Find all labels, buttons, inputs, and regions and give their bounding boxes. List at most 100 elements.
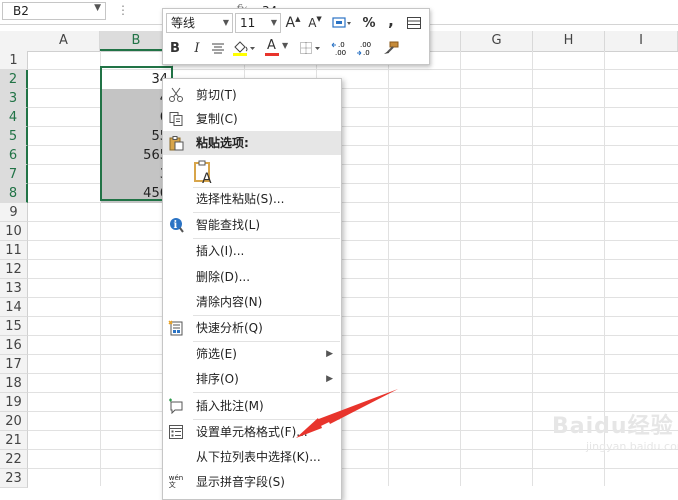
paste-keep-text-icon: A: [194, 160, 212, 187]
row-header[interactable]: 4: [0, 108, 28, 127]
shrink-font-button[interactable]: A ▼: [307, 13, 323, 33]
chevron-down-icon[interactable]: ▼: [94, 3, 101, 13]
menu-item-label: 剪切(T): [196, 88, 237, 102]
svg-text:.00: .00: [360, 41, 371, 49]
menu-item-copy[interactable]: 复制(C): [163, 107, 341, 131]
font-color-label: A: [267, 38, 276, 53]
row-header[interactable]: 12: [0, 260, 28, 279]
row-header[interactable]: 19: [0, 393, 28, 412]
menu-item-label: 显示拼音字段(S): [196, 475, 285, 489]
menu-item-insert-comment[interactable]: 插入批注(M): [163, 394, 341, 418]
row-header[interactable]: 5: [0, 127, 28, 146]
comma-style-button[interactable]: ,: [385, 11, 397, 31]
watermark: Baidu经验: [552, 414, 674, 439]
format-painter-button[interactable]: [381, 38, 401, 58]
chevron-down-icon[interactable]: ▼: [223, 14, 229, 32]
menu-item-pick-from-list[interactable]: 从下拉列表中选择(K)...: [163, 445, 341, 469]
number-format-button[interactable]: [329, 13, 355, 33]
menu-item-clear-contents[interactable]: 清除内容(N): [163, 290, 341, 314]
row-header[interactable]: 7: [0, 165, 28, 184]
svg-text:.0: .0: [363, 49, 370, 57]
increase-decimal-icon: .0.00: [331, 41, 346, 57]
svg-text:A: A: [202, 171, 212, 185]
row-header[interactable]: 23: [0, 469, 28, 488]
menu-item-delete[interactable]: 删除(D)...: [163, 265, 341, 289]
fill-bucket-icon: [233, 41, 255, 56]
row-header[interactable]: 18: [0, 374, 28, 393]
row-header[interactable]: 1: [0, 51, 28, 70]
name-box[interactable]: B2 ▼: [2, 2, 106, 20]
menu-item-sort[interactable]: 排序(O) ▶: [163, 367, 341, 391]
row-header[interactable]: 3: [0, 89, 28, 108]
column-header-h[interactable]: H: [533, 31, 605, 51]
row-header[interactable]: 13: [0, 279, 28, 298]
more-icon[interactable]: ⋮: [117, 3, 129, 17]
menu-item-quick-analysis[interactable]: 快速分析(Q): [163, 316, 341, 340]
row-header[interactable]: 21: [0, 431, 28, 450]
borders-button[interactable]: [299, 38, 323, 58]
menu-item-label: 快速分析(Q): [196, 321, 263, 335]
phonetic-icon: wén 文: [168, 474, 184, 489]
font-color-button[interactable]: A ▼: [263, 38, 289, 58]
chevron-down-icon[interactable]: ▼: [271, 14, 277, 32]
font-size-select[interactable]: 11 ▼: [235, 13, 281, 33]
menu-item-label: 粘贴选项:: [196, 136, 249, 150]
menu-item-smart-lookup[interactable]: i 智能查找(L): [163, 213, 341, 237]
svg-text:.00: .00: [335, 49, 346, 57]
fill-color-button[interactable]: [231, 38, 257, 58]
column-header-g[interactable]: G: [461, 31, 533, 51]
format-painter-table-button[interactable]: [405, 13, 423, 33]
font-color-swatch: [265, 53, 279, 56]
align-center-button[interactable]: [209, 38, 227, 58]
menu-item-paste-special[interactable]: 选择性粘贴(S)...: [163, 187, 341, 211]
chevron-right-icon: ▶: [326, 374, 333, 384]
menu-item-insert[interactable]: 插入(I)...: [163, 239, 341, 263]
context-menu: 剪切(T) 复制(C) 粘贴选项: A 选择性粘贴(S)... i 智能查找(L…: [162, 78, 342, 500]
menu-item-label: 清除内容(N): [196, 295, 263, 309]
name-box-value: B2: [13, 4, 29, 18]
scissors-icon: [168, 87, 184, 103]
row-header[interactable]: 17: [0, 355, 28, 374]
menu-item-label: 排序(O): [196, 372, 239, 386]
row-header[interactable]: 20: [0, 412, 28, 431]
decrease-decimal-button[interactable]: .00.0: [355, 38, 377, 58]
menu-item-label: 插入(I)...: [196, 244, 245, 258]
row-header[interactable]: 15: [0, 317, 28, 336]
increase-decimal-button[interactable]: .0.00: [331, 38, 353, 58]
menu-item-label: 智能查找(L): [196, 218, 261, 232]
menu-item-label: 设置单元格格式(F)...: [196, 425, 308, 439]
menu-item-label: 删除(D)...: [196, 270, 251, 284]
font-name-select[interactable]: 等线 ▼: [166, 13, 233, 33]
column-header-a[interactable]: A: [28, 31, 100, 51]
table-format-icon: [407, 17, 421, 29]
shrink-font-label: A: [308, 16, 317, 30]
copy-icon: [168, 111, 184, 127]
row-header[interactable]: 6: [0, 146, 28, 165]
grow-font-button[interactable]: A ▲: [285, 13, 301, 33]
paste-option-button[interactable]: A: [193, 159, 217, 187]
row-header[interactable]: 16: [0, 336, 28, 355]
row-header[interactable]: 14: [0, 298, 28, 317]
menu-item-label: 复制(C): [196, 112, 238, 126]
bold-button[interactable]: B: [167, 38, 183, 58]
menu-item-label: 选择性粘贴(S)...: [196, 192, 285, 206]
menu-item-filter[interactable]: 筛选(E) ▶: [163, 342, 341, 366]
row-header[interactable]: 2: [0, 70, 28, 89]
column-header-i[interactable]: I: [605, 31, 678, 51]
row-header[interactable]: 10: [0, 222, 28, 241]
row-header[interactable]: 8: [0, 184, 28, 203]
font-size-value: 11: [240, 16, 256, 30]
menu-item-format-cells[interactable]: 设置单元格格式(F)...: [163, 420, 341, 444]
menu-item-show-phonetic[interactable]: wén 文 显示拼音字段(S): [163, 470, 341, 494]
menu-item-cut[interactable]: 剪切(T): [163, 83, 341, 107]
percent-style-button[interactable]: %: [361, 13, 377, 33]
row-header[interactable]: 11: [0, 241, 28, 260]
smart-lookup-icon: i: [168, 217, 184, 233]
row-header[interactable]: 9: [0, 203, 28, 222]
mini-toolbar: 等线 ▼ 11 ▼ A ▲ A ▼ % , B I A ▼ .0.00 .00.0: [162, 8, 430, 65]
menu-item-label: 从下拉列表中选择(K)...: [196, 450, 321, 464]
row-header[interactable]: 22: [0, 450, 28, 469]
italic-button[interactable]: I: [189, 38, 205, 58]
chevron-down-icon[interactable]: ▼: [282, 41, 288, 50]
menu-header-paste-options: 粘贴选项:: [163, 131, 341, 155]
